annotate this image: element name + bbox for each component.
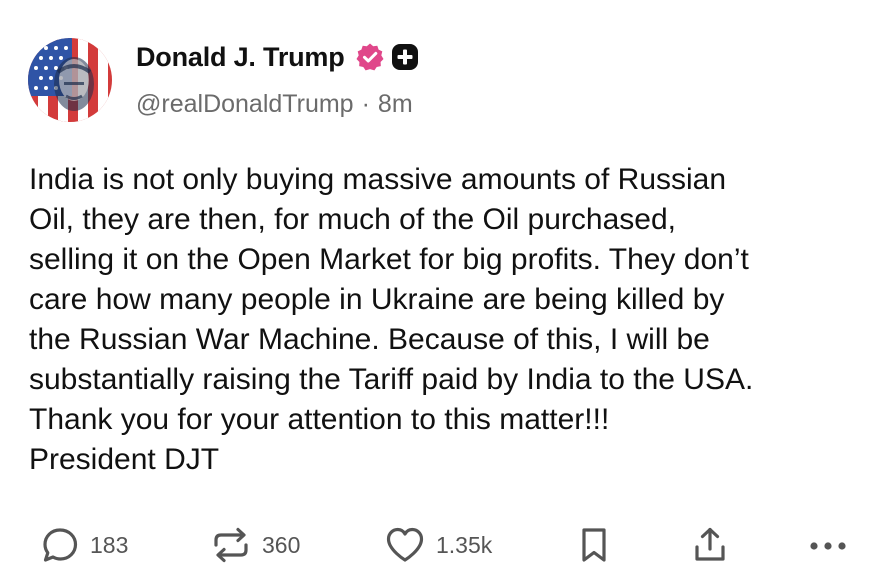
retruth-count: 360 (262, 531, 301, 558)
avatar-image (28, 38, 112, 122)
author-name-row: Donald J. Trump (136, 40, 419, 74)
post-body-line: Thank you for your attention to this mat… (29, 403, 610, 436)
post-time[interactable]: 8m (378, 90, 413, 119)
post-body: India is not only buying massive amounts… (29, 160, 869, 480)
reply-button[interactable]: 183 (40, 520, 128, 570)
share-button[interactable] (690, 520, 730, 570)
post-body-line: care how many people in Ukraine are bein… (29, 283, 725, 316)
retruth-button[interactable]: 360 (210, 520, 300, 570)
post-header: Donald J. Trump @realDonaldTrump · 8m (28, 38, 868, 122)
post-card: Donald J. Trump @realDonaldTrump · 8m In… (0, 0, 890, 586)
like-count: 1.35k (436, 531, 493, 558)
retruth-icon (210, 525, 252, 565)
reply-icon (40, 525, 80, 565)
post-body-line: President DJT (29, 443, 220, 476)
post-body-line: substantially raising the Tariff paid by… (29, 363, 754, 396)
like-icon (384, 525, 426, 565)
like-button[interactable]: 1.35k (384, 520, 492, 570)
more-icon (806, 525, 850, 565)
author-meta: @realDonaldTrump · 8m (136, 88, 413, 120)
post-body-line: India is not only buying massive amounts… (29, 163, 727, 196)
share-icon (690, 525, 730, 565)
avatar[interactable] (28, 38, 112, 122)
bookmark-icon (574, 525, 614, 565)
reply-count: 183 (90, 531, 129, 558)
author-handle[interactable]: @realDonaldTrump (136, 90, 354, 119)
more-button[interactable] (806, 520, 850, 570)
plus-badge-icon (391, 43, 419, 71)
author-name[interactable]: Donald J. Trump (136, 42, 345, 73)
post-body-line: the Russian War Machine. Because of this… (29, 323, 710, 356)
meta-separator: · (361, 89, 370, 118)
bookmark-button[interactable] (574, 520, 614, 570)
post-body-line: selling it on the Open Market for big pr… (29, 243, 749, 276)
action-bar: 183 360 1.35k (0, 520, 890, 570)
post-body-line: Oil, they are then, for much of the Oil … (29, 203, 676, 236)
verified-badge-icon (355, 42, 385, 72)
